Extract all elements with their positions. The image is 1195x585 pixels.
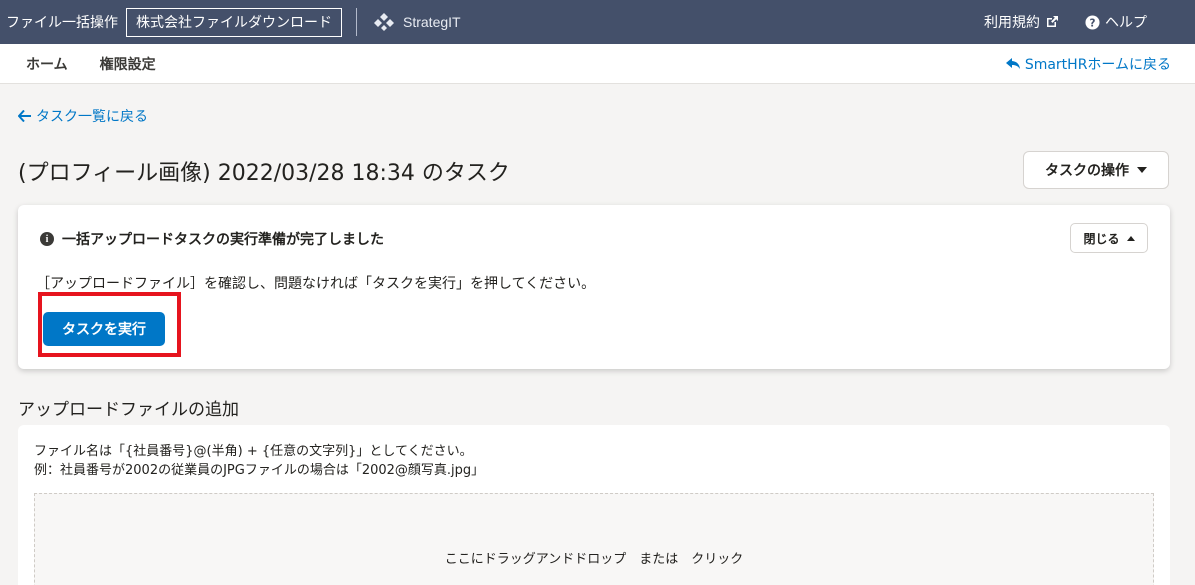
notice-instruction: ［アップロードファイル］を確認し、問題なければ「タスクを実行」を押してください。	[36, 276, 596, 292]
arrow-left-icon	[18, 110, 31, 122]
sub-navigation: ホーム 権限設定 SmartHRホームに戻る	[0, 44, 1195, 84]
back-to-task-list-link[interactable]: タスク一覧に戻る	[18, 106, 148, 126]
run-task-button[interactable]: タスクを実行	[43, 312, 165, 346]
upload-card: ファイル名は「{社員番号}@(半角) + {任意の文字列}」としてください。 例…	[18, 425, 1170, 585]
svg-text:?: ?	[1090, 17, 1096, 29]
ready-notice-panel: i 一括アップロードタスクの実行準備が完了しました 閉じる ［アップロードファイ…	[18, 205, 1170, 369]
dropzone-text: ここにドラッグアンドドロップ または クリック	[444, 552, 744, 567]
nav-item-permissions[interactable]: 権限設定	[100, 54, 156, 74]
file-dropzone[interactable]: ここにドラッグアンドドロップ または クリック	[34, 493, 1154, 585]
caret-up-icon	[1126, 235, 1135, 241]
back-to-smarthr-link[interactable]: SmartHRホームに戻る	[1005, 44, 1171, 84]
terms-link[interactable]: 利用規約	[984, 12, 1059, 32]
filename-example-text: 例：社員番号が2002の従業員のJPGファイルの場合は「2002@顔写真.jpg…	[34, 463, 485, 478]
help-link[interactable]: ? ヘルプ	[1085, 12, 1195, 32]
nav-item-home[interactable]: ホーム	[26, 54, 68, 74]
close-notice-label: 閉じる	[1083, 231, 1120, 246]
app-title[interactable]: ファイル一括操作	[6, 12, 118, 32]
help-label: ヘルプ	[1105, 15, 1147, 31]
header-right: 利用規約 ? ヘルプ	[984, 0, 1195, 44]
logo-text: StrategIT	[403, 14, 461, 30]
company-name-box: 株式会社ファイルダウンロード	[126, 7, 342, 37]
logo-mark-icon	[374, 13, 394, 31]
question-circle-icon: ?	[1085, 14, 1100, 30]
info-icon: i	[40, 232, 54, 246]
header-divider	[356, 8, 357, 36]
task-operations-dropdown[interactable]: タスクの操作	[1023, 151, 1169, 189]
close-notice-button[interactable]: 閉じる	[1070, 223, 1148, 253]
page-title: (プロフィール画像) 2022/03/28 18:34 のタスク	[18, 161, 510, 186]
notice-heading: i 一括アップロードタスクの実行準備が完了しました	[40, 229, 384, 249]
caret-down-icon	[1137, 167, 1147, 173]
reply-arrow-icon	[1005, 58, 1020, 69]
terms-label: 利用規約	[984, 15, 1040, 31]
strategit-logo: StrategIT	[373, 12, 461, 32]
upload-section-title: アップロードファイルの追加	[18, 400, 239, 420]
top-header: ファイル一括操作 株式会社ファイルダウンロード StrategIT 利用規約 ?…	[0, 0, 1195, 44]
external-link-icon	[1047, 16, 1058, 27]
task-operations-label: タスクの操作	[1045, 163, 1129, 179]
filename-rule-text: ファイル名は「{社員番号}@(半角) + {任意の文字列}」としてください。	[34, 444, 473, 459]
back-to-smarthr-label: SmartHRホームに戻る	[1024, 57, 1171, 73]
back-to-task-list-label: タスク一覧に戻る	[36, 109, 148, 125]
notice-heading-text: 一括アップロードタスクの実行準備が完了しました	[62, 232, 384, 248]
upload-description: ファイル名は「{社員番号}@(半角) + {任意の文字列}」としてください。 例…	[34, 442, 484, 480]
